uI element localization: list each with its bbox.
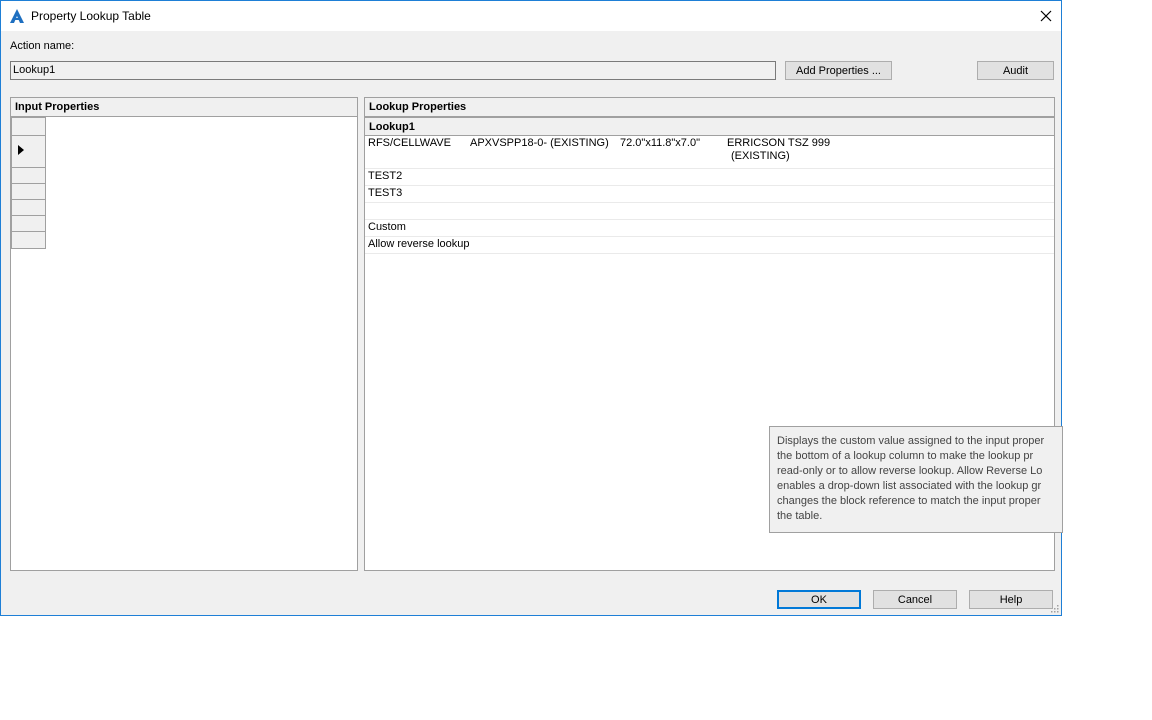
lookup-cell: TEST2 xyxy=(368,170,403,182)
row-header[interactable] xyxy=(11,231,46,249)
row-header[interactable] xyxy=(11,117,46,136)
current-row-arrow-icon xyxy=(18,145,24,155)
lookup-row[interactable]: TEST2 xyxy=(365,169,1054,186)
help-button[interactable]: Help xyxy=(969,590,1053,609)
row-header[interactable] xyxy=(11,215,46,232)
tooltip-line: Displays the custom value assigned to th… xyxy=(777,435,1045,447)
ok-button[interactable]: OK xyxy=(777,590,861,609)
lookup-properties-header: Lookup Properties xyxy=(365,98,1054,117)
lookup-cell: ERRICSON TSZ 999 xyxy=(727,137,831,149)
audit-button[interactable]: Audit xyxy=(977,61,1054,80)
lookup-cell: APXVSPP18-0- (EXISTING) xyxy=(470,137,609,149)
lookup-row[interactable]: TEST3 xyxy=(365,186,1054,203)
reverse-lookup-row[interactable]: Allow reverse lookup xyxy=(365,237,1054,254)
lookup-cell: TEST3 xyxy=(368,187,403,199)
lookup-column-header[interactable]: Lookup1 xyxy=(365,117,1054,136)
row-header[interactable] xyxy=(11,167,46,184)
resize-grip-icon[interactable] xyxy=(1049,603,1059,613)
allow-reverse-lookup-label: Allow reverse lookup xyxy=(368,238,470,250)
title-bar: Property Lookup Table xyxy=(1,1,1061,31)
custom-label: Custom xyxy=(368,221,406,233)
lookup-row[interactable]: RFS/CELLWAVE APXVSPP18-0- (EXISTING) 72.… xyxy=(365,136,1054,169)
action-name-input[interactable]: Lookup1 xyxy=(10,61,776,80)
autocad-app-icon xyxy=(10,9,24,23)
lookup-cell: 72.0"x11.8"x7.0" xyxy=(620,137,701,149)
tooltip-line: the bottom of a lookup column to make th… xyxy=(777,450,1034,462)
action-name-label: Action name: xyxy=(10,40,75,52)
tooltip-line: enables a drop-down list associated with… xyxy=(777,480,1042,492)
tooltip-line: the table. xyxy=(777,510,823,522)
cancel-button[interactable]: Cancel xyxy=(873,590,957,609)
lookup-cell: RFS/CELLWAVE xyxy=(368,137,451,149)
close-icon xyxy=(1040,10,1052,22)
lookup-row[interactable] xyxy=(365,203,1054,220)
window-title: Property Lookup Table xyxy=(31,9,151,23)
custom-row[interactable]: Custom xyxy=(365,220,1054,237)
tooltip-line: changes the block reference to match the… xyxy=(777,495,1041,507)
row-header[interactable] xyxy=(11,183,46,200)
row-header[interactable] xyxy=(11,199,46,216)
input-properties-panel: Input Properties xyxy=(10,97,358,571)
tooltip-line: read-only or to allow reverse lookup. Al… xyxy=(777,465,1043,477)
input-properties-header: Input Properties xyxy=(11,98,357,117)
close-button[interactable] xyxy=(1031,1,1061,31)
help-tooltip: Displays the custom value assigned to th… xyxy=(769,426,1063,533)
row-header-current[interactable] xyxy=(11,135,46,168)
lookup-cell: (EXISTING) xyxy=(731,150,790,162)
add-properties-button[interactable]: Add Properties ... xyxy=(785,61,892,80)
